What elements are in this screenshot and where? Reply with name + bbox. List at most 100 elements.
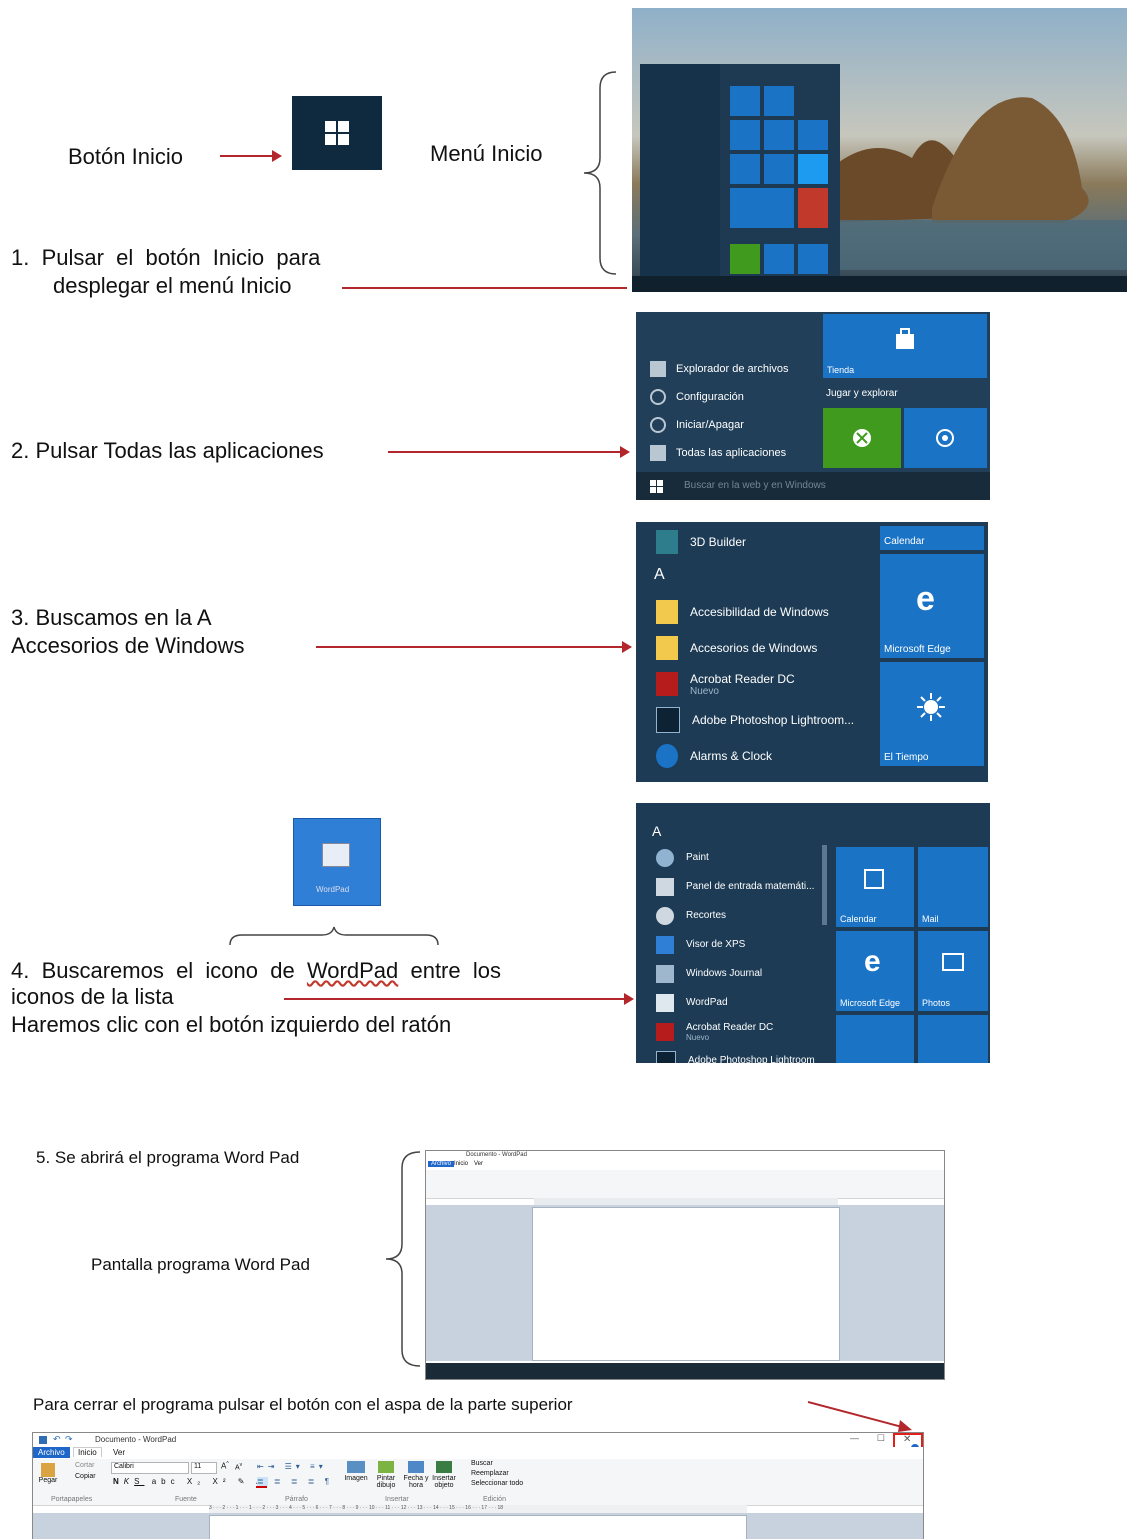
redo-icon[interactable]: ↷ xyxy=(65,1434,73,1445)
step1-line2: desplegar el menú Inicio xyxy=(53,273,292,298)
brace-icon xyxy=(229,926,439,946)
tab-archivo[interactable]: Archivo xyxy=(33,1447,70,1458)
group-label: Jugar y explorar xyxy=(826,388,898,399)
app-lightroom[interactable]: Adobe Photoshop Lightroom... xyxy=(636,702,866,738)
arrow-head xyxy=(620,446,630,458)
tile-mail[interactable]: Mail xyxy=(918,847,988,927)
paste-button[interactable]: Pegar xyxy=(37,1463,59,1493)
font-size-select[interactable]: 11 xyxy=(191,1462,217,1474)
insert-object-button[interactable]: Insertar objeto xyxy=(431,1461,457,1489)
step4-line2: iconos de la lista xyxy=(11,984,174,1009)
undo-icon[interactable]: ↶ xyxy=(53,1434,61,1445)
photos-icon xyxy=(942,953,964,971)
store-icon xyxy=(896,328,914,349)
find-button[interactable]: Buscar xyxy=(471,1460,493,1467)
taskbar xyxy=(426,1363,944,1379)
minimize-button[interactable]: — xyxy=(850,1433,859,1443)
app-accesorios[interactable]: Accesorios de Windows xyxy=(636,630,866,666)
wordpad-window-small: Documento - WordPad Archivo Inicio Ver xyxy=(425,1150,945,1380)
select-all-button[interactable]: Seleccionar todo xyxy=(471,1480,523,1487)
format-buttons[interactable]: NKS abc X₂ X² ✎ A xyxy=(113,1477,267,1488)
maximize-button[interactable]: ☐ xyxy=(877,1433,885,1444)
tile-store[interactable]: Tienda xyxy=(823,314,987,378)
tile-groove[interactable] xyxy=(904,408,987,468)
windows-logo-icon xyxy=(325,121,349,145)
wordpad-search-screenshot: A Paint Panel de entrada matemáti... Rec… xyxy=(636,803,990,1063)
app-snipping[interactable]: Recortes xyxy=(636,901,866,930)
cut-button[interactable]: Cortar xyxy=(75,1462,94,1469)
document-page[interactable] xyxy=(209,1515,747,1539)
step2-label: 2. Pulsar Todas las aplicaciones xyxy=(11,438,324,463)
menu-item-settings[interactable]: Configuración xyxy=(636,383,990,411)
tile-xbox[interactable] xyxy=(823,408,901,468)
app-acrobat[interactable]: Acrobat Reader DC Nuevo xyxy=(636,1017,866,1046)
arrow xyxy=(284,998,624,1000)
app-wordpad[interactable]: WordPad xyxy=(636,988,866,1017)
tab-ver[interactable]: Ver xyxy=(113,1448,125,1457)
app-lightroom[interactable]: Adobe Photoshop Lightroom xyxy=(636,1046,866,1063)
app-math-panel[interactable]: Panel de entrada matemáti... xyxy=(636,872,866,901)
font-family-select[interactable]: Calibri xyxy=(111,1462,189,1474)
brace-icon xyxy=(385,1151,421,1367)
shrink-font-button[interactable]: Av xyxy=(235,1462,242,1471)
save-icon[interactable] xyxy=(39,1436,47,1444)
tile-edge[interactable]: e Microsoft Edge xyxy=(836,931,914,1011)
tile-calendar[interactable]: Calendar xyxy=(880,526,984,550)
tile-calendar[interactable]: Calendar xyxy=(836,847,914,927)
step1-line1: 1. Pulsar el botón Inicio para xyxy=(11,245,321,270)
paint-drawing-button[interactable]: Pintar dibujo xyxy=(373,1461,399,1489)
grow-font-button[interactable]: A^ xyxy=(221,1461,229,1471)
app-3d-builder[interactable]: 3D Builder xyxy=(636,524,866,560)
app-alarms[interactable]: Alarms & Clock xyxy=(636,738,866,774)
arrow-head xyxy=(622,641,632,653)
window-title: Documento - WordPad xyxy=(95,1435,177,1444)
start-menu xyxy=(640,64,840,276)
tile-photos[interactable]: Photos xyxy=(918,931,988,1011)
app-accesibilidad[interactable]: Accesibilidad de Windows xyxy=(636,594,866,630)
wordpad-window: ↶ ↷ Documento - WordPad — ☐ ✕ Archivo In… xyxy=(32,1432,924,1539)
tab-inicio[interactable]: Inicio xyxy=(73,1447,102,1457)
insert-image-button[interactable]: Imagen xyxy=(343,1461,369,1482)
taskbar xyxy=(632,276,1127,292)
ruler[interactable]: 3 · · · 2 · · · 1 · · · 1 · · · 2 · · · … xyxy=(209,1505,747,1513)
paint-icon xyxy=(378,1461,394,1473)
calendar-icon xyxy=(408,1461,424,1473)
replace-button[interactable]: Reemplazar xyxy=(471,1470,509,1477)
brace-icon xyxy=(583,71,617,275)
search-bar[interactable]: Buscar en la web y en Windows xyxy=(636,472,990,500)
arrow xyxy=(220,155,272,157)
start-button[interactable] xyxy=(292,96,382,170)
xbox-icon xyxy=(853,429,871,447)
paragraph-buttons[interactable]: ⇤⇥ ☰▾ ≡▾ xyxy=(257,1462,327,1471)
windows-logo-icon xyxy=(650,480,663,493)
copy-button[interactable]: Copiar xyxy=(75,1473,96,1480)
scrollbar[interactable] xyxy=(822,845,827,925)
app-acrobat[interactable]: Acrobat Reader DC Nuevo xyxy=(636,666,866,702)
clipboard-icon xyxy=(41,1463,55,1477)
object-icon xyxy=(436,1461,452,1473)
arrow-head xyxy=(272,150,282,162)
tile-weather[interactable]: El Tiempo xyxy=(880,662,984,766)
tile-edge[interactable]: e Microsoft Edge xyxy=(880,554,984,658)
edge-icon: e xyxy=(916,580,935,618)
sun-icon xyxy=(917,693,945,721)
start-button-label: Botón Inicio xyxy=(68,144,183,169)
arrow-head xyxy=(624,993,634,1005)
start-menu-screenshot: Explorador de archivos Configuración Ini… xyxy=(636,312,990,500)
close-instruction: Para cerrar el programa pulsar el botón … xyxy=(33,1395,573,1414)
datetime-button[interactable]: Fecha y hora xyxy=(403,1461,429,1489)
step5-label: 5. Se abrirá el programa Word Pad xyxy=(36,1148,300,1167)
arrow xyxy=(388,451,620,453)
app-journal[interactable]: Windows Journal xyxy=(636,959,866,988)
wordpad-desktop-icon[interactable]: WordPad xyxy=(293,818,381,906)
close-icon: ✕ xyxy=(903,1434,912,1445)
align-buttons[interactable]: ≣ ≣ ≣ ≣ ¶ xyxy=(257,1477,333,1486)
step4-line1: 4. Buscaremos el icono de WordPad entre … xyxy=(11,958,501,983)
app-paint[interactable]: Paint xyxy=(636,843,866,872)
desktop-screenshot xyxy=(632,8,1127,292)
arrow xyxy=(342,287,627,289)
letter-header: A xyxy=(654,566,665,583)
image-icon xyxy=(347,1461,365,1473)
app-xps[interactable]: Visor de XPS xyxy=(636,930,866,959)
step4-line3: Haremos clic con el botón izquierdo del … xyxy=(11,1012,452,1037)
